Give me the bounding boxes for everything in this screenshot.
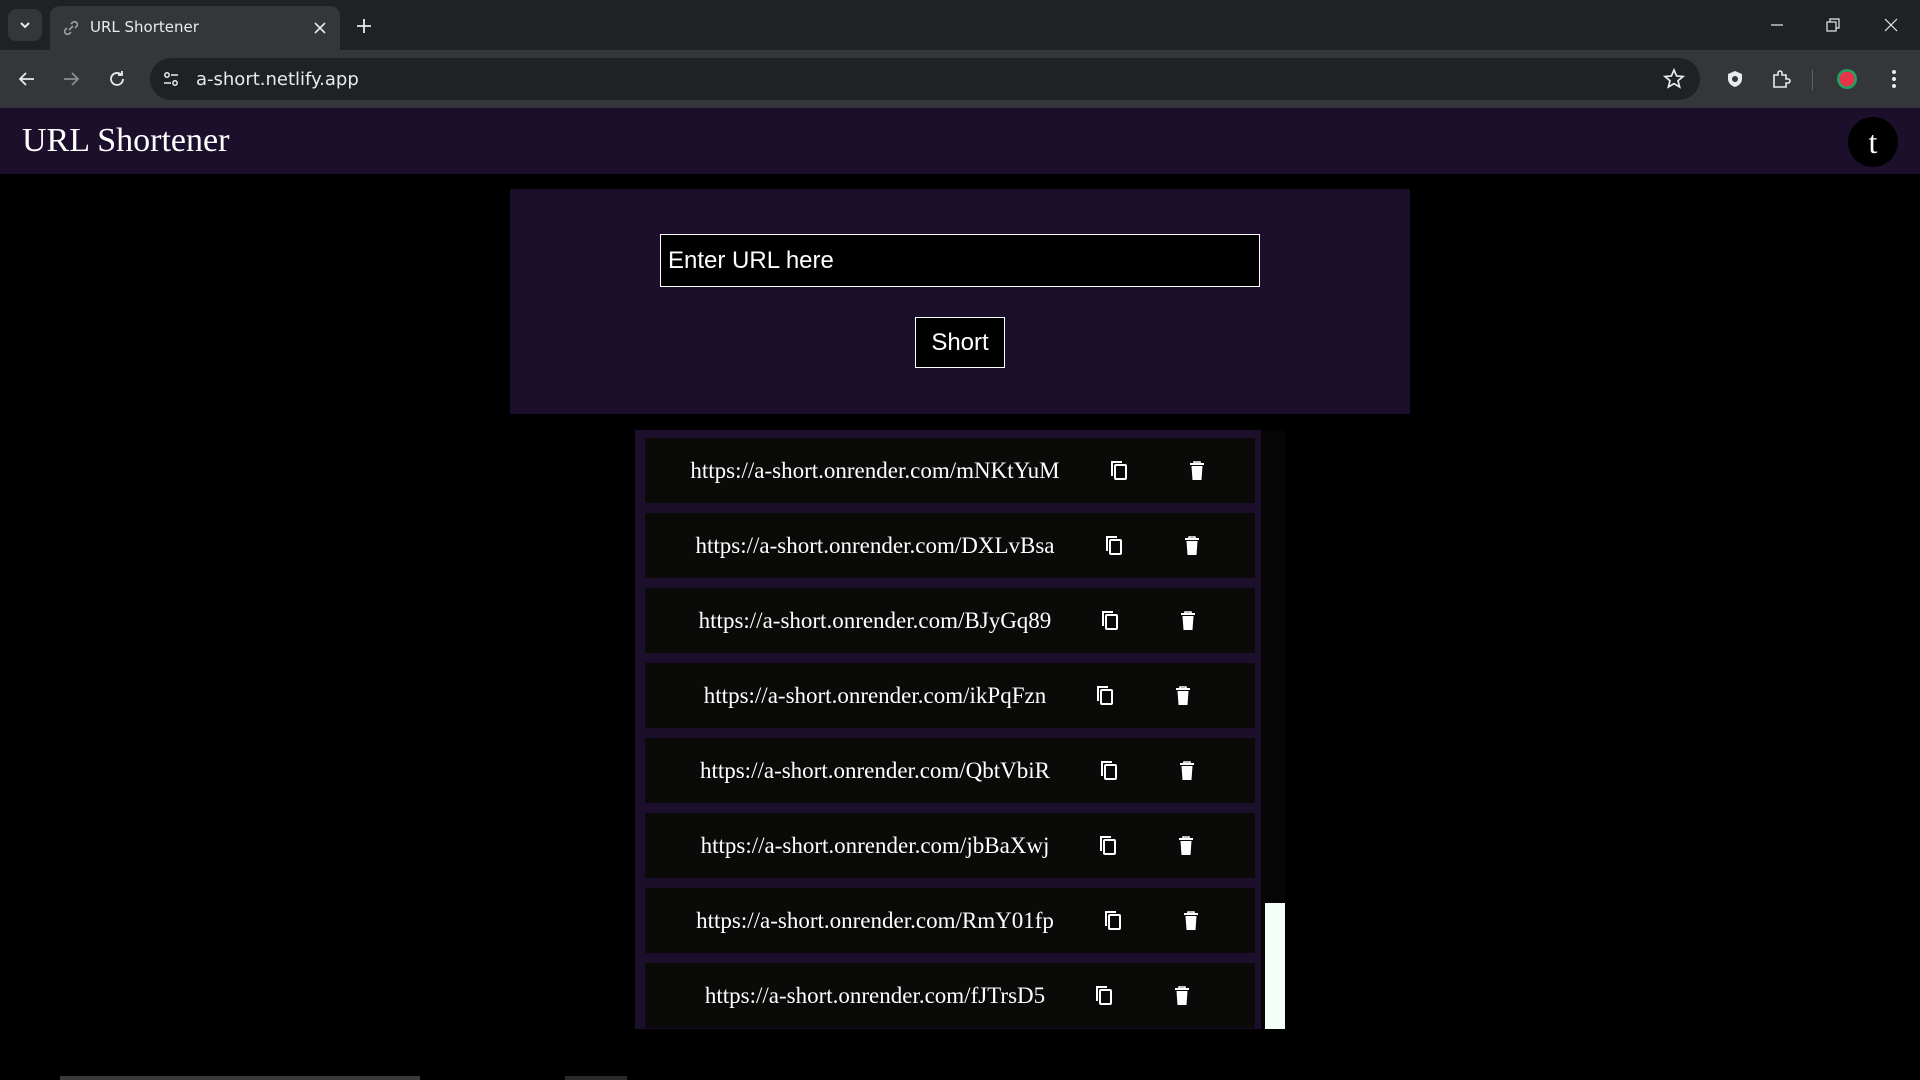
shield-icon — [1728, 71, 1742, 87]
copy-icon[interactable] — [1092, 683, 1118, 709]
new-tab-button[interactable] — [350, 12, 378, 40]
trash-icon[interactable] — [1174, 758, 1200, 784]
links-list: https://a-short.onrender.com/mNKtYuM http… — [645, 438, 1255, 1029]
shield-extension-button[interactable] — [1721, 65, 1749, 93]
short-link-text[interactable]: https://a-short.onrender.com/jbBaXwj — [701, 833, 1050, 859]
address-bar[interactable]: a-short.netlify.app — [150, 58, 1700, 100]
site-info-button[interactable] — [160, 68, 182, 90]
restore-icon — [1826, 18, 1840, 32]
scrollbar-track[interactable] — [1261, 430, 1285, 1029]
arrow-right-icon — [64, 72, 80, 86]
trash-icon[interactable] — [1178, 908, 1204, 934]
short-link-text[interactable]: https://a-short.onrender.com/RmY01fp — [696, 908, 1054, 934]
copy-icon[interactable] — [1095, 833, 1121, 859]
minimize-icon — [1771, 24, 1783, 26]
link-row: https://a-short.onrender.com/DXLvBsa — [645, 513, 1255, 578]
plus-icon — [357, 19, 371, 33]
close-icon — [314, 22, 326, 34]
short-link-text[interactable]: https://a-short.onrender.com/mNKtYuM — [690, 458, 1059, 484]
toolbar-separator — [1812, 70, 1813, 90]
copy-icon[interactable] — [1097, 608, 1123, 634]
link-row: https://a-short.onrender.com/fJTrsD5 — [645, 963, 1255, 1028]
url-input[interactable] — [660, 234, 1260, 287]
short-button[interactable]: Short — [915, 317, 1005, 368]
tab-search-button[interactable] — [8, 9, 42, 41]
copy-icon[interactable] — [1096, 758, 1122, 784]
trash-icon[interactable] — [1179, 533, 1205, 559]
short-link-text[interactable]: https://a-short.onrender.com/BJyGq89 — [699, 608, 1052, 634]
profile-avatar-icon — [1837, 69, 1857, 89]
puzzle-icon — [1773, 70, 1791, 88]
trash-icon[interactable] — [1184, 458, 1210, 484]
short-link-text[interactable]: https://a-short.onrender.com/fJTrsD5 — [705, 983, 1045, 1009]
browser-tab-bar: URL Shortener — [0, 0, 1920, 50]
copy-icon[interactable] — [1101, 533, 1127, 559]
horizontal-scroll-indicator-secondary — [565, 1076, 627, 1080]
restore-button[interactable] — [1808, 8, 1858, 42]
browser-toolbar: a-short.netlify.app — [0, 50, 1920, 108]
trash-icon[interactable] — [1170, 683, 1196, 709]
kebab-menu-icon — [1892, 70, 1896, 88]
bookmark-star-icon[interactable] — [1662, 67, 1686, 91]
close-icon — [1884, 18, 1898, 32]
back-button[interactable] — [12, 64, 42, 94]
trash-icon[interactable] — [1175, 608, 1201, 634]
tab-title: URL Shortener — [90, 18, 199, 36]
extensions-button[interactable] — [1767, 65, 1795, 93]
short-link-text[interactable]: https://a-short.onrender.com/DXLvBsa — [696, 533, 1055, 559]
arrow-left-icon — [18, 72, 34, 86]
links-panel: https://a-short.onrender.com/mNKtYuM http… — [635, 430, 1285, 1029]
browser-menu-button[interactable] — [1880, 65, 1908, 93]
link-row: https://a-short.onrender.com/ikPqFzn — [645, 663, 1255, 728]
link-row: https://a-short.onrender.com/BJyGq89 — [645, 588, 1255, 653]
user-avatar[interactable]: t — [1848, 117, 1898, 167]
tab-close-button[interactable] — [308, 16, 332, 40]
link-row: https://a-short.onrender.com/jbBaXwj — [645, 813, 1255, 878]
link-icon — [63, 20, 79, 36]
horizontal-scroll-indicator — [60, 1076, 420, 1080]
browser-tab[interactable]: URL Shortener — [50, 6, 340, 50]
copy-icon[interactable] — [1106, 458, 1132, 484]
trash-icon[interactable] — [1169, 983, 1195, 1009]
link-row: https://a-short.onrender.com/mNKtYuM — [645, 438, 1255, 503]
copy-icon[interactable] — [1100, 908, 1126, 934]
copy-icon[interactable] — [1091, 983, 1117, 1009]
short-link-text[interactable]: https://a-short.onrender.com/ikPqFzn — [704, 683, 1046, 709]
app-title: URL Shortener — [22, 122, 230, 159]
url-text: a-short.netlify.app — [196, 69, 359, 90]
close-window-button[interactable] — [1866, 8, 1916, 42]
app-navbar: URL Shortener t — [0, 108, 1920, 174]
shorten-form: Short — [510, 189, 1410, 414]
forward-button[interactable] — [56, 64, 86, 94]
short-link-text[interactable]: https://a-short.onrender.com/QbtVbiR — [700, 758, 1050, 784]
reload-icon — [110, 71, 124, 86]
chevron-down-icon — [20, 22, 30, 29]
link-row: https://a-short.onrender.com/QbtVbiR — [645, 738, 1255, 803]
tune-icon — [164, 72, 178, 86]
minimize-button[interactable] — [1752, 8, 1802, 42]
link-row: https://a-short.onrender.com/RmY01fp — [645, 888, 1255, 953]
scrollbar-thumb[interactable] — [1265, 903, 1285, 1029]
trash-icon[interactable] — [1173, 833, 1199, 859]
reload-button[interactable] — [102, 64, 132, 94]
profile-button[interactable] — [1833, 65, 1861, 93]
